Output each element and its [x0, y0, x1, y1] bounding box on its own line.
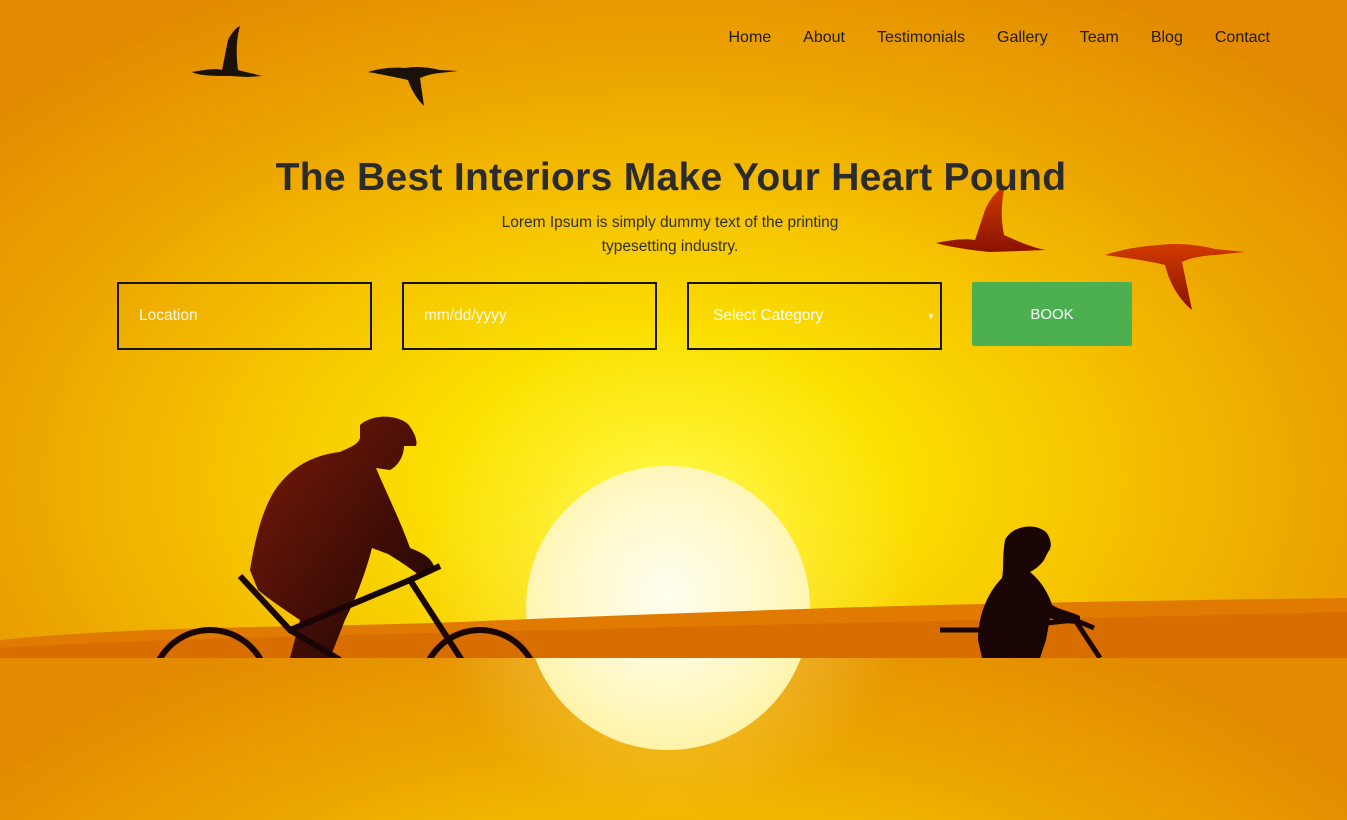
main-nav: Home About Testimonials Gallery Team Blo…	[728, 28, 1270, 48]
nav-link-testimonials[interactable]: Testimonials	[877, 28, 965, 48]
category-select[interactable]: Select Category ▼	[687, 282, 942, 350]
caret-down-icon: ▼	[927, 312, 935, 321]
hero-subtitle: Lorem Ipsum is simply dummy text of the …	[501, 214, 839, 255]
nav-link-home[interactable]: Home	[728, 28, 771, 48]
black-bird-1	[192, 26, 262, 77]
category-select-value: Select Category	[713, 307, 824, 324]
date-input[interactable]	[402, 282, 657, 350]
nav-link-gallery[interactable]: Gallery	[997, 28, 1048, 48]
nav-link-about[interactable]: About	[803, 28, 845, 48]
book-button[interactable]: BOOK	[972, 282, 1132, 346]
nav-link-blog[interactable]: Blog	[1151, 28, 1183, 48]
nav-link-contact[interactable]: Contact	[1215, 28, 1270, 48]
black-bird-2	[368, 66, 458, 106]
nav-link-team[interactable]: Team	[1080, 28, 1119, 48]
location-input[interactable]	[117, 282, 372, 350]
hero-title: The Best Interiors Make Your Heart Pound	[275, 156, 1067, 199]
